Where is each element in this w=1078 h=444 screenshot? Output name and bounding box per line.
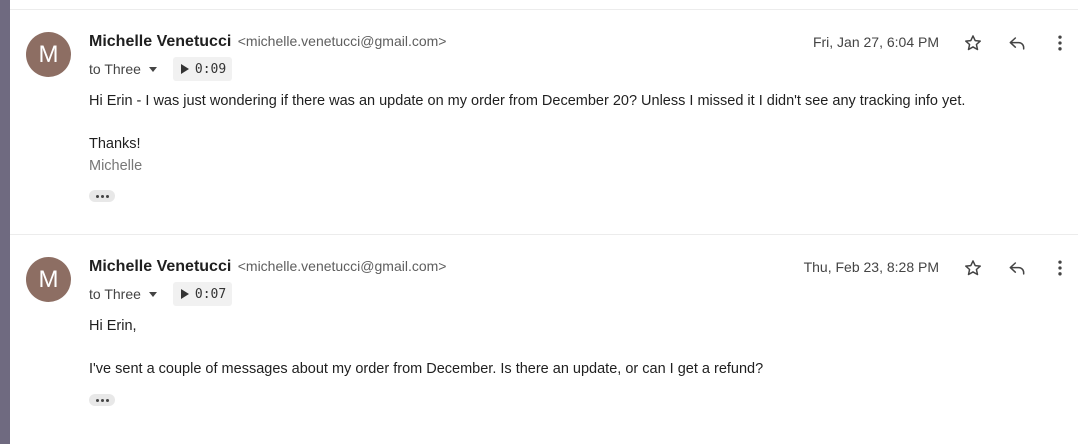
email-message: M Michelle Venetucci <michelle.venetucci… (10, 235, 1078, 444)
audio-duration: 0:09 (194, 61, 227, 77)
star-button[interactable] (960, 30, 986, 56)
show-trimmed-content-icon (95, 194, 99, 198)
message-body-line: Hi Erin - I was just wondering if there … (89, 93, 966, 109)
more-options-button[interactable] (1047, 255, 1073, 281)
caret-down-icon (148, 292, 157, 297)
sender-email: <michelle.venetucci@gmail.com> (237, 33, 447, 49)
play-icon (180, 64, 189, 74)
message-body-line: Hi Erin, (89, 318, 137, 334)
caret-down-icon (148, 67, 157, 72)
audio-duration: 0:07 (194, 286, 227, 302)
reply-icon (1009, 262, 1025, 275)
sender-email: <michelle.venetucci@gmail.com> (237, 258, 447, 274)
recipients-row: to Three 0:07 (89, 282, 233, 306)
recipients-dropdown[interactable]: to Three (89, 61, 157, 77)
message-body-line: I've sent a couple of messages about my … (89, 361, 764, 377)
star-icon (965, 260, 981, 276)
recipients-row: to Three 0:09 (89, 57, 233, 81)
more-options-button[interactable] (1047, 30, 1073, 56)
signature: Michelle (89, 158, 143, 174)
message-date: Thu, Feb 23, 8:28 PM (803, 259, 939, 275)
message-body-line: Thanks! (89, 136, 141, 152)
recipients-label: to Three (89, 61, 141, 77)
message-date: Fri, Jan 27, 6:04 PM (812, 34, 939, 50)
recipients-label: to Three (89, 286, 141, 302)
more-vert-icon (1058, 35, 1062, 51)
avatar[interactable]: M (26, 257, 71, 302)
reply-button[interactable] (1004, 30, 1030, 56)
show-trimmed-content-icon (95, 398, 99, 402)
sender-name[interactable]: Michelle Venetucci (89, 33, 231, 50)
show-trimmed-content-button[interactable] (89, 190, 115, 202)
sender-line: Michelle Venetucci <michelle.venetucci@g… (89, 258, 446, 276)
star-button[interactable] (960, 255, 986, 281)
audio-play-button[interactable]: 0:09 (172, 57, 233, 81)
email-message: M Michelle Venetucci <michelle.venetucci… (10, 10, 1078, 234)
sender-line: Michelle Venetucci <michelle.venetucci@g… (89, 33, 446, 51)
star-icon (965, 35, 981, 51)
reply-icon (1009, 37, 1025, 50)
play-icon (180, 289, 189, 299)
avatar[interactable]: M (26, 32, 71, 77)
sender-name[interactable]: Michelle Venetucci (89, 258, 231, 275)
show-trimmed-content-button[interactable] (89, 394, 115, 406)
more-vert-icon (1058, 260, 1062, 276)
reply-button[interactable] (1004, 255, 1030, 281)
audio-play-button[interactable]: 0:07 (172, 282, 233, 306)
window-edge-strip (0, 0, 10, 444)
recipients-dropdown[interactable]: to Three (89, 286, 157, 302)
